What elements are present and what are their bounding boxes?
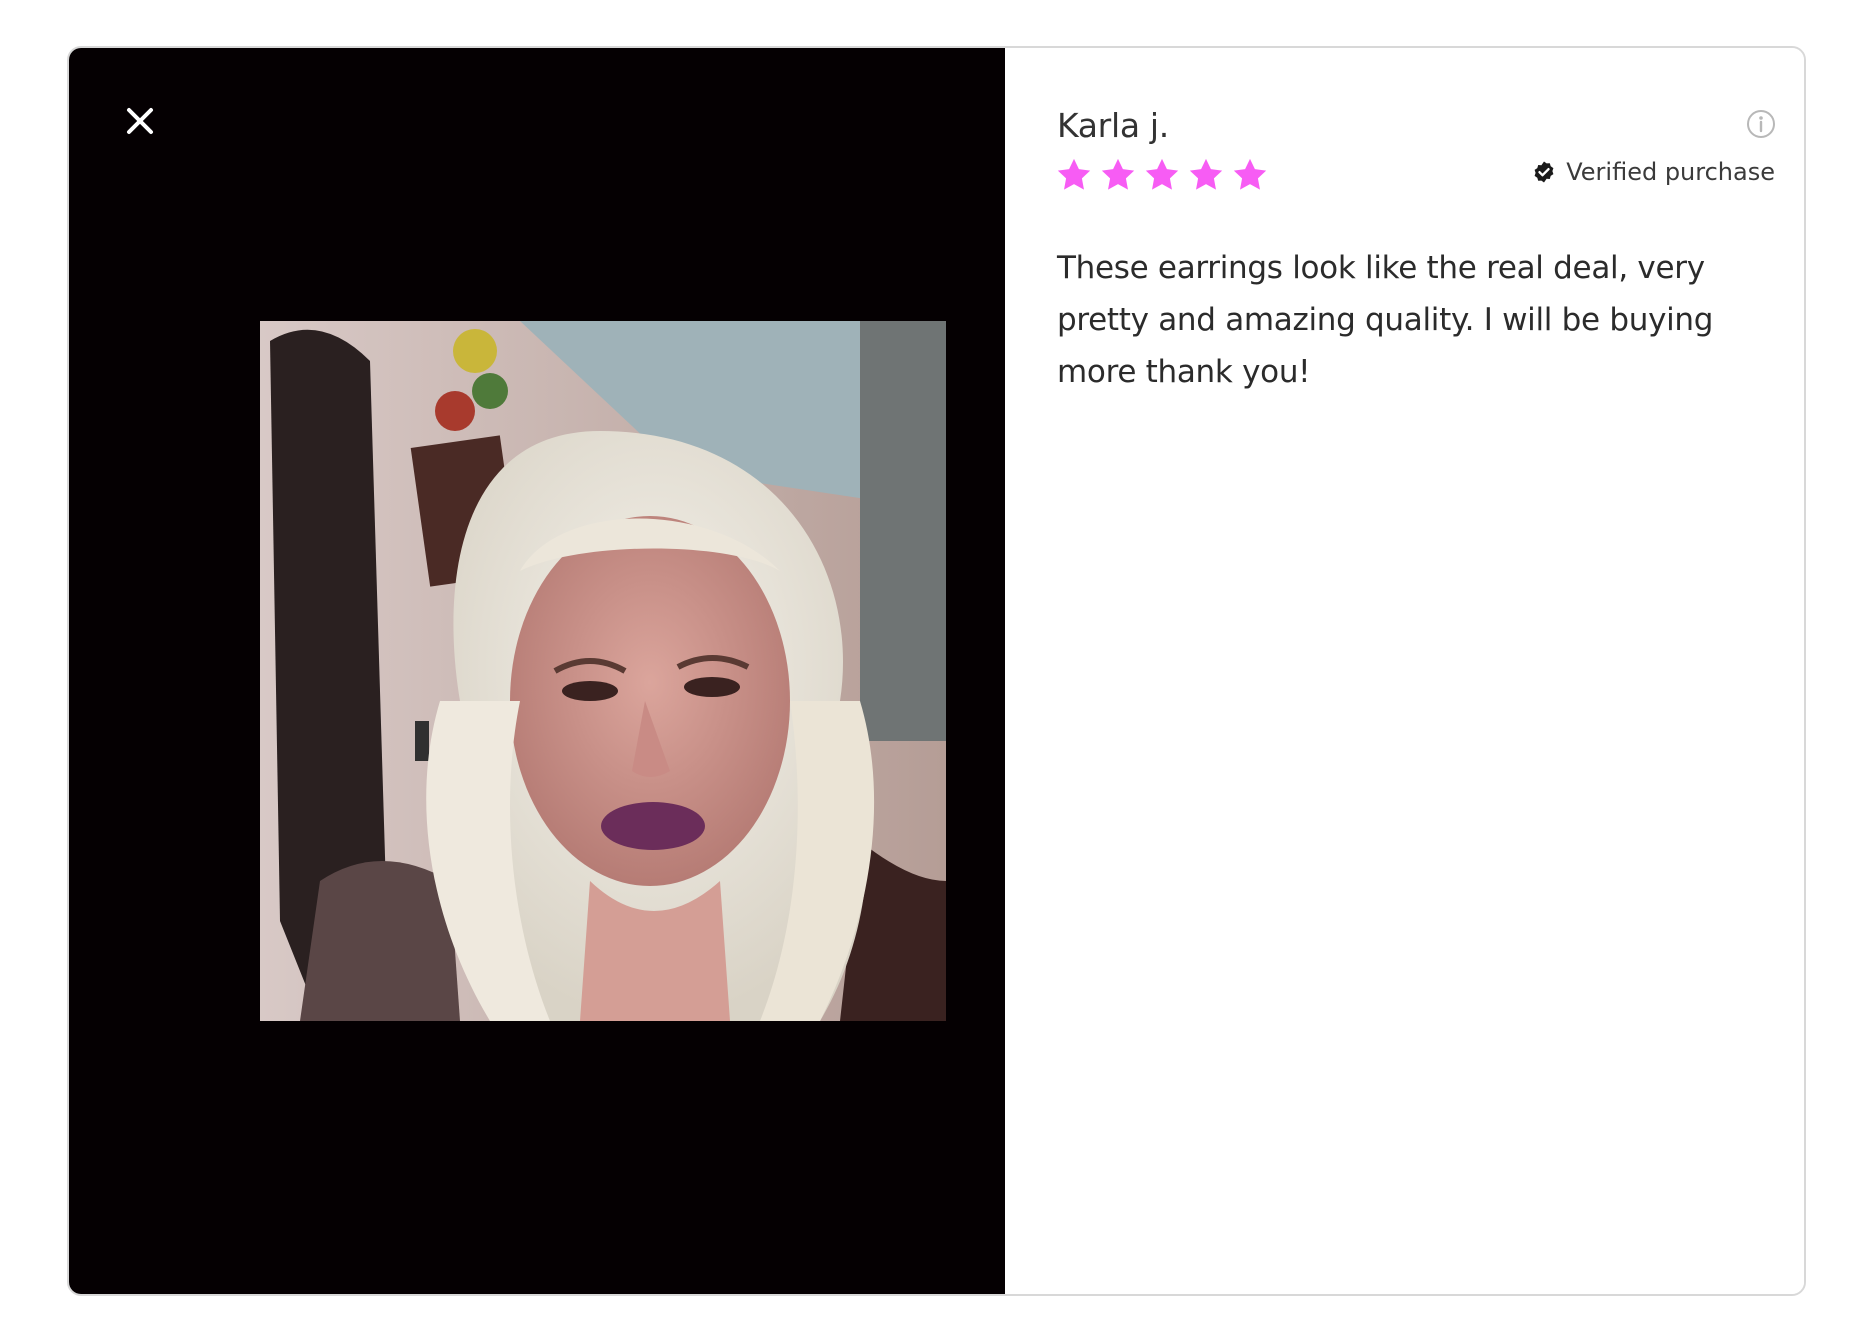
info-icon[interactable] <box>1745 108 1777 140</box>
review-photo-image <box>260 321 946 1021</box>
reviewer-name: Karla j. <box>1057 106 1169 145</box>
review-details-pane: Karla j. Verified purchase These earring… <box>1005 48 1804 1294</box>
star-icon <box>1189 158 1223 190</box>
check-circle-icon <box>1534 161 1554 183</box>
close-button[interactable] <box>121 102 159 140</box>
star-rating <box>1055 156 1269 194</box>
verified-purchase-label: Verified purchase <box>1566 158 1775 186</box>
review-photo[interactable] <box>260 321 946 1021</box>
review-modal: Karla j. Verified purchase These earring… <box>67 46 1806 1296</box>
review-text: These earrings look like the real deal, … <box>1057 250 1714 390</box>
close-icon <box>127 108 153 134</box>
star-icon <box>1233 158 1267 190</box>
star-icon <box>1145 158 1179 190</box>
review-media-pane <box>69 48 1005 1294</box>
star-icon <box>1057 158 1091 190</box>
verified-purchase-badge: Verified purchase <box>1532 158 1775 186</box>
star-icon <box>1101 158 1135 190</box>
rating-row: Verified purchase <box>1057 156 1777 202</box>
